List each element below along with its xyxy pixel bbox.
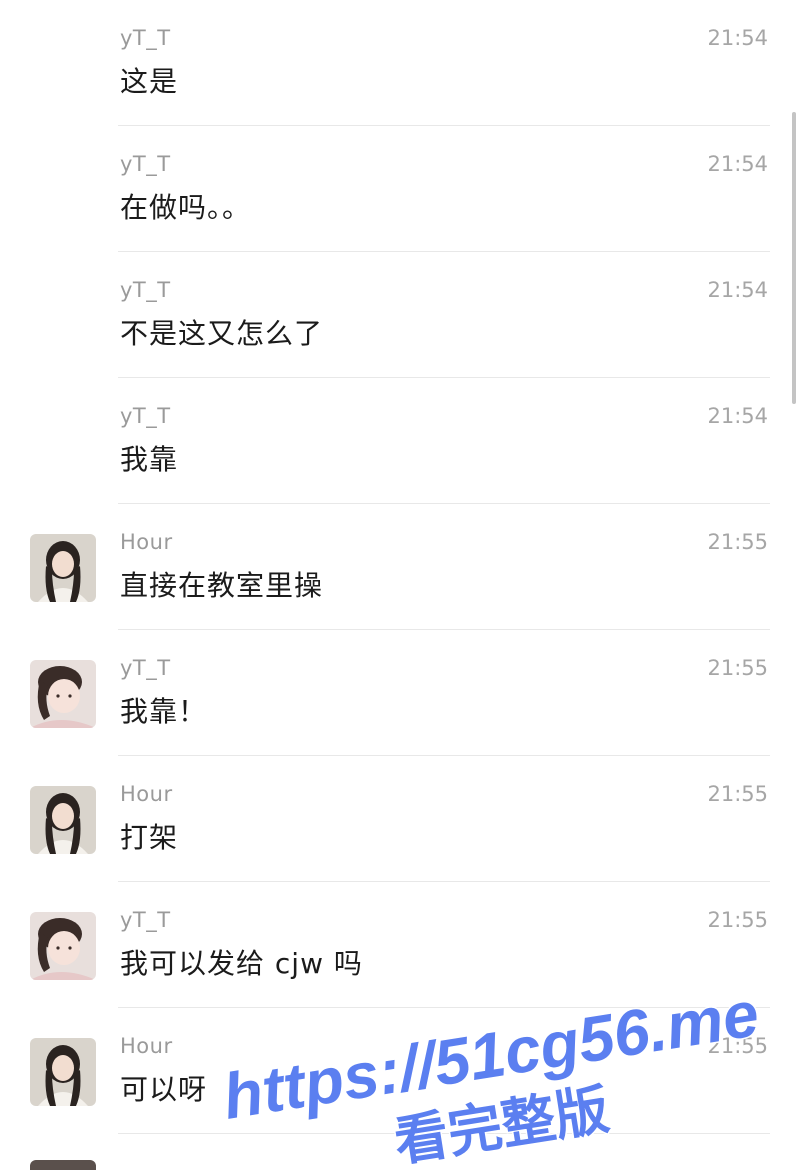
message-row[interactable]: yT_T 21:54 这是 [0, 0, 800, 126]
message-time: 21:54 [707, 152, 768, 176]
message-text: 我靠 [120, 443, 179, 476]
message-row[interactable]: yT_T 21:55 我可以发给 cjw 吗 [0, 882, 800, 1008]
message-sender: yT_T [120, 26, 171, 50]
message-row[interactable]: yT_T 21:55 我靠！ [0, 630, 800, 756]
message-sender: Hour [120, 782, 173, 806]
avatar-hour[interactable] [30, 1038, 96, 1106]
message-sender: yT_T [120, 404, 171, 428]
message-time: 21:55 [707, 782, 768, 806]
message-time: 21:54 [707, 278, 768, 302]
message-row[interactable]: yT_T 21:54 在做吗。。 [0, 126, 800, 252]
avatar-hour[interactable] [30, 786, 96, 854]
message-text: 直接在教室里操 [120, 569, 324, 602]
scrollbar[interactable] [792, 112, 796, 404]
avatar-hour[interactable] [30, 534, 96, 602]
avatar-yt-image [30, 660, 96, 728]
message-row[interactable]: yT_T 21:54 我靠 [0, 378, 800, 504]
message-row[interactable]: Hour 21:55 可以呀 [0, 1008, 800, 1134]
message-sender: Hour [120, 1034, 173, 1058]
avatar-hour-image [30, 786, 96, 854]
message-divider [118, 1133, 770, 1134]
message-row[interactable]: Hour 21:55 打架 [0, 756, 800, 882]
message-sender: Hour [120, 530, 173, 554]
message-text: 这是 [120, 65, 179, 98]
avatar-hour-image [30, 534, 96, 602]
message-sender: yT_T [120, 152, 171, 176]
message-text: 不是这又怎么了 [120, 317, 324, 350]
next-message-avatar-partial [30, 1160, 96, 1170]
message-sender: yT_T [120, 908, 171, 932]
message-text: 我可以发给 cjw 吗 [120, 947, 363, 980]
avatar-hour-image [30, 1038, 96, 1106]
message-time: 21:54 [707, 404, 768, 428]
message-text: 我靠！ [120, 695, 208, 728]
message-row[interactable]: Hour 21:55 直接在教室里操 [0, 504, 800, 630]
message-time: 21:55 [707, 908, 768, 932]
message-text: 在做吗。。 [120, 191, 252, 224]
message-time: 21:55 [707, 530, 768, 554]
chat-message-list[interactable]: yT_T 21:54 这是 yT_T 21:54 在做吗。。 yT_T 21:5… [0, 0, 800, 1170]
message-text: 打架 [120, 821, 179, 854]
avatar-yt-image [30, 912, 96, 980]
message-text: 可以呀 [120, 1073, 208, 1106]
message-row[interactable]: yT_T 21:54 不是这又怎么了 [0, 252, 800, 378]
message-time: 21:55 [707, 656, 768, 680]
message-time: 21:54 [707, 26, 768, 50]
avatar-yt[interactable] [30, 660, 96, 728]
message-time: 21:55 [707, 1034, 768, 1058]
message-sender: yT_T [120, 656, 171, 680]
avatar-yt[interactable] [30, 912, 96, 980]
message-sender: yT_T [120, 278, 171, 302]
